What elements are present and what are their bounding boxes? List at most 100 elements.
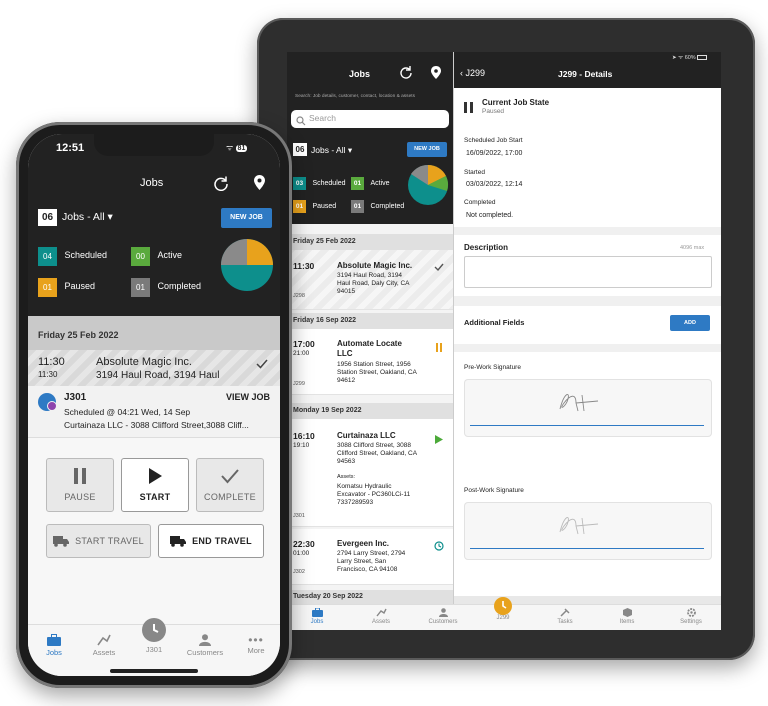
refresh-icon[interactable] [213,175,229,196]
pause-state-icon [464,100,473,118]
tab-items[interactable]: Items [609,608,645,625]
jobs-list-pane: Jobs Search: Job details, customer, cont… [287,52,453,604]
excavator-icon [375,608,387,617]
stat-active[interactable]: 00 Active [131,246,182,266]
job-row[interactable]: 22:30 01:00 J302 Evergeen Inc. 2794 Larr… [287,529,453,585]
tablet-screen: Jobs Search: Job details, customer, cont… [287,52,721,630]
tab-assets[interactable]: Assets [84,634,124,657]
active-job-card[interactable]: J301 VIEW JOB Scheduled @ 04:21 Wed, 14 … [28,386,280,438]
job-row[interactable]: 11:30 J298 Absolute Magic Inc. 3194 Haul… [287,250,453,310]
divider [454,344,721,352]
clock-icon [434,538,444,556]
tab-current-job[interactable]: J299 [485,597,521,621]
stat-paused[interactable]: 01 Paused [38,277,95,297]
job-status-icon [38,393,57,411]
pause-icon [74,468,86,484]
tab-settings[interactable]: Settings [671,608,711,625]
jobs-status-pie-chart [407,164,449,211]
add-field-button[interactable]: ADD [670,315,710,331]
view-job-link[interactable]: VIEW JOB [226,392,270,402]
pre-work-signature-label: Pre-Work Signature [464,364,521,371]
new-job-button[interactable]: NEW JOB [221,208,272,228]
stat-scheduled[interactable]: 03 Scheduled [293,172,346,190]
tab-assets[interactable]: Assets [363,608,399,625]
location-pin-icon[interactable] [431,66,441,84]
back-button[interactable]: ‹ J299 [460,68,485,78]
jobs-count-badge: 06 [293,143,307,156]
signature-scribble [559,516,599,535]
pre-work-signature-pad[interactable] [464,379,712,437]
location-pin-icon[interactable] [254,175,265,195]
active-job-id: J301 [64,392,87,403]
post-work-signature-pad[interactable] [464,502,712,560]
excavator-icon [97,634,111,646]
signature-line [470,548,704,549]
start-travel-button[interactable]: START TRAVEL [46,524,151,558]
phone-title: Jobs [140,177,164,189]
description-input[interactable] [464,256,712,288]
job-row[interactable]: 16:10 19:10 J301 Curtainaza LLC 3088 Cli… [287,419,453,527]
play-icon [435,431,443,449]
pause-button[interactable]: PAUSE [46,458,114,512]
job-actions: PAUSE START COMPLETE START TRAVEL END TR… [28,438,280,624]
additional-fields-label: Additional Fields [464,318,525,327]
gear-icon [686,608,696,617]
stat-scheduled[interactable]: 04 Scheduled [38,246,107,266]
tab-jobs[interactable]: Jobs [299,607,335,625]
search-input[interactable]: Search [291,110,449,128]
tab-tasks[interactable]: Tasks [547,608,583,625]
phone-time: 12:51 [56,142,85,154]
jobs-status-pie-chart [220,238,274,297]
end-travel-button[interactable]: END TRAVEL [158,524,264,558]
details-title: J299 - Details [558,69,613,79]
new-job-button[interactable]: NEW JOB [407,142,447,157]
divider [454,227,721,235]
tab-more[interactable]: ••• More [236,634,276,655]
stat-active[interactable]: 01 Active [351,172,390,190]
truck-icon [170,536,187,547]
battery-badge: 81 [235,145,248,152]
signature-line [470,425,704,426]
hammer-icon [559,608,570,617]
stat-completed[interactable]: 01 Completed [131,277,201,297]
job-row[interactable]: 11:30 11:30 Absolute Magic Inc. 3194 Hau… [28,350,280,386]
briefcase-icon [47,634,61,646]
jobs-list-header: Jobs Search: Job details, customer, cont… [287,52,453,224]
tab-current-job[interactable]: J301 [134,618,174,654]
box-icon [622,608,632,617]
jobs-filter-dropdown[interactable]: Jobs - All ▾ [311,145,352,156]
complete-button[interactable]: COMPLETE [196,458,264,512]
home-indicator [110,669,198,673]
completed-value: Not completed. [466,212,514,219]
play-icon [149,468,162,484]
date-group-header: Monday 19 Sep 2022 [287,403,453,419]
scheduled-start-value: 16/09/2022, 17:00 [466,150,523,157]
check-icon [256,356,268,374]
job-list-preview: Friday 25 Feb 2022 11:30 11:30 Absolute … [28,316,280,386]
pause-icon [435,339,443,357]
state-label: Current Job State [482,98,550,107]
job-row[interactable]: 17:00 21:00 J299 Automate Locate LLC 195… [287,329,453,395]
jobs-title: Jobs [349,69,371,79]
active-job-schedule: Scheduled @ 04:21 Wed, 14 Sep [64,407,191,417]
briefcase-icon [311,607,323,617]
chevron-left-icon: ‹ [460,68,463,78]
stat-completed[interactable]: 01 Completed [351,195,404,213]
phone-status: ᯤ 81 [226,142,248,153]
search-icon [296,113,306,131]
more-dots-icon: ••• [248,633,264,647]
active-job-address: Curtainaza LLC - 3088 Clifford Street,30… [64,420,249,430]
details-header: ➤ ᯤ 60% ‹ J299 J299 - Details [454,52,721,88]
status-bar: ➤ ᯤ 60% [672,53,708,61]
jobs-filter-dropdown[interactable]: Jobs - All ▾ [62,211,113,223]
tab-jobs[interactable]: Jobs [34,634,74,657]
stat-paused[interactable]: 01 Paused [293,195,336,213]
refresh-icon[interactable] [399,65,413,84]
start-button[interactable]: START [121,458,189,512]
search-hint: Search: Job details, customer, contact, … [295,94,415,99]
date-group-header: Tuesday 20 Sep 2022 [287,590,453,604]
jobs-count-badge: 06 [38,209,57,226]
wifi-icon: ᯤ [226,143,234,152]
tab-customers[interactable]: Customers [423,608,463,625]
tab-customers[interactable]: Customers [182,634,228,657]
